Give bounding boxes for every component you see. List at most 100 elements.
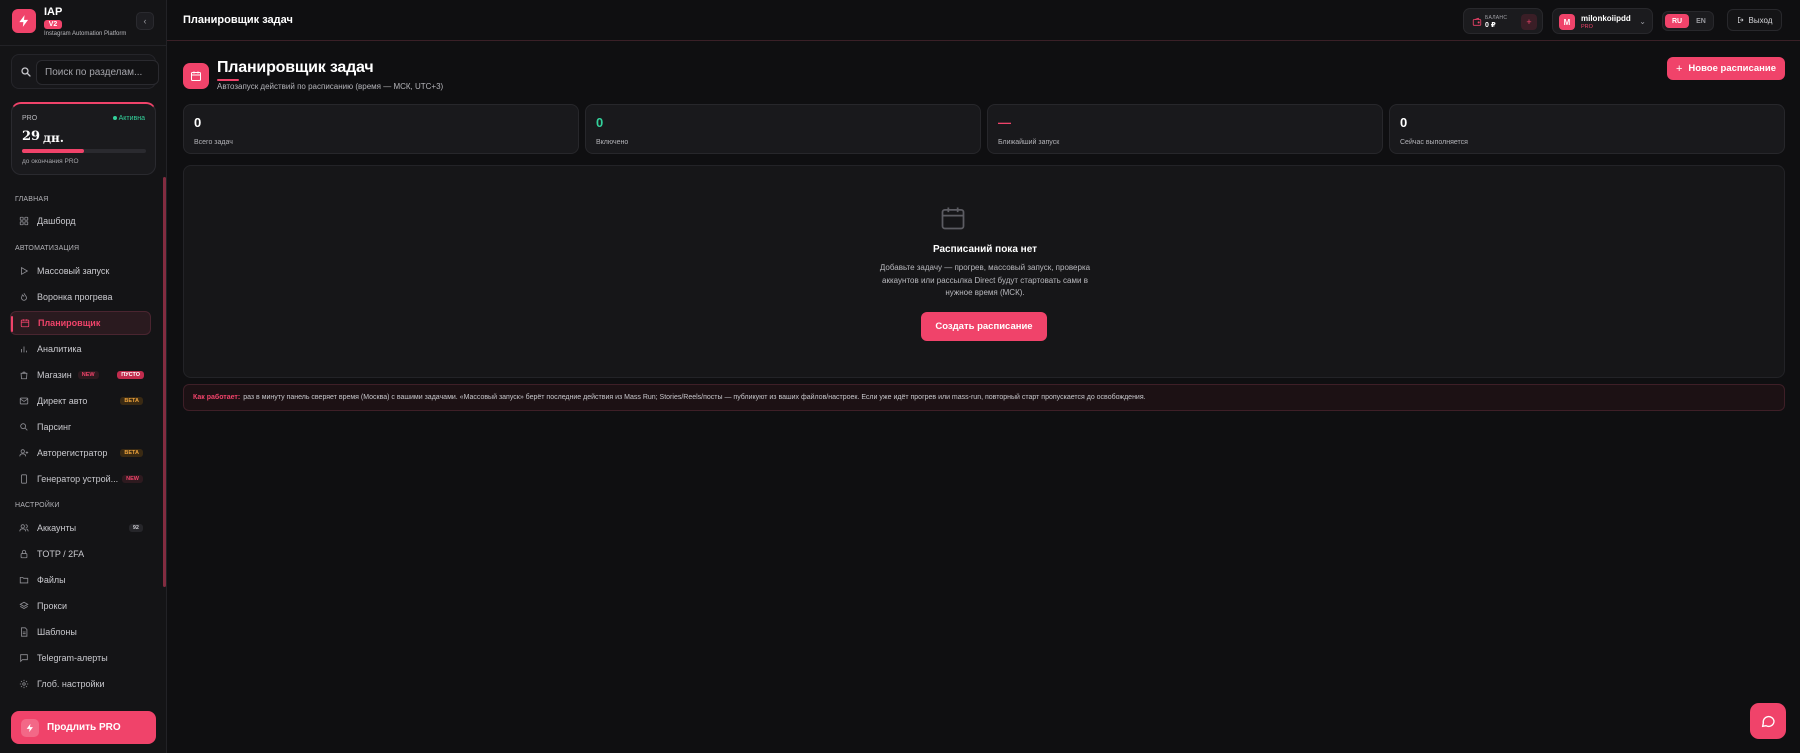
section-automation: АВТОМАТИЗАЦИЯ: [15, 245, 80, 252]
sidebar-item-analytics[interactable]: Аналитика: [10, 337, 151, 361]
lang-en-button[interactable]: EN: [1690, 14, 1712, 28]
sidebar-item-parsing[interactable]: Парсинг: [10, 415, 151, 439]
sidebar-search: [11, 54, 159, 89]
pro-days-value: 29: [22, 129, 41, 144]
grid-icon: [19, 216, 29, 226]
bar-chart-icon: [19, 344, 29, 354]
sidebar-item-label: Аккаунты: [37, 523, 77, 533]
sidebar-item-scheduler[interactable]: Планировщик: [10, 311, 151, 335]
sidebar-item-label: Парсинг: [37, 422, 72, 432]
sidebar-item-label: Шаблоны: [37, 627, 77, 637]
sidebar-item-direct[interactable]: Директ авто BETA: [10, 389, 151, 413]
brand[interactable]: IAP V2 Instagram Automation Platform: [12, 7, 126, 39]
plus-icon: +: [1675, 62, 1683, 75]
new-badge: NEW: [77, 371, 99, 379]
logout-button[interactable]: Выход: [1727, 9, 1782, 31]
sidebar-item-label: Аналитика: [37, 344, 82, 354]
pro-label: PRO: [22, 115, 38, 122]
sidebar-item-dashboard[interactable]: Дашборд: [10, 209, 151, 233]
stat-value: 0: [194, 115, 202, 130]
language-switcher: RU EN: [1662, 11, 1714, 31]
empty-title: Расписаний пока нет: [932, 244, 1038, 255]
sidebar-item-global-settings[interactable]: Глоб. настройки: [10, 672, 151, 696]
sidebar-item-proxies[interactable]: Прокси: [10, 594, 151, 618]
play-icon: [19, 266, 29, 276]
sidebar-item-accounts[interactable]: Аккаунты 92: [10, 516, 151, 540]
search-icon: [19, 422, 29, 432]
stat-value: —: [998, 115, 1011, 130]
pro-progress-bar: [22, 149, 146, 153]
count-badge: 92: [128, 524, 143, 532]
sidebar-item-label: Директ авто: [37, 396, 88, 406]
chevron-down-icon: ⌄: [1639, 17, 1646, 26]
balance-widget[interactable]: БАЛАНС 0 ₽ +: [1463, 8, 1543, 34]
stat-card-running: 0 Сейчас выполняется: [1389, 104, 1785, 154]
bolt-icon: [21, 718, 39, 737]
chat-button[interactable]: [1750, 703, 1786, 739]
new-schedule-button[interactable]: + Новое расписание: [1667, 57, 1785, 80]
stat-card-enabled: 0 Включено: [585, 104, 981, 154]
sidebar-item-shop[interactable]: Магазин NEW ПУСТО: [10, 363, 151, 387]
bag-icon: [19, 370, 29, 380]
sidebar-item-funnel[interactable]: Воронка прогрева: [10, 285, 151, 309]
users-icon: [19, 523, 29, 533]
page-subtitle: Автозапуск действий по расписанию (время…: [217, 82, 444, 91]
smartphone-icon: [19, 474, 29, 484]
beta-badge: BETA: [120, 449, 143, 457]
message-square-icon: [19, 653, 29, 663]
section-settings: НАСТРОЙКИ: [15, 502, 60, 509]
title-underline: [217, 79, 239, 81]
header-title: Планировщик задач: [183, 14, 293, 26]
file-text-icon: [19, 627, 29, 637]
lock-icon: [19, 549, 29, 559]
stat-label: Сейчас выполняется: [1400, 139, 1468, 146]
pro-caption: до окончания PRO: [22, 158, 79, 165]
sidebar-item-device-generator[interactable]: Генератор устрой... NEW: [10, 467, 151, 491]
wallet-icon: [1472, 17, 1482, 26]
stat-label: Включено: [596, 139, 629, 146]
calendar-icon: [183, 63, 209, 89]
create-schedule-button[interactable]: Создать расписание: [921, 312, 1047, 341]
sidebar-item-autoreg[interactable]: Авторегистратор BETA: [10, 441, 151, 465]
sidebar-item-totp[interactable]: TOTP / 2FA: [10, 542, 151, 566]
chevron-left-icon: ‹: [143, 16, 147, 26]
stat-label: Ближайший запуск: [998, 139, 1060, 146]
sidebar-item-label: Глоб. настройки: [37, 679, 105, 689]
sidebar-item-label: Массовый запуск: [37, 266, 110, 276]
sidebar-item-files[interactable]: Файлы: [10, 568, 151, 592]
calendar-icon: [939, 204, 967, 237]
folder-icon: [19, 575, 29, 585]
sidebar-item-telegram[interactable]: Telegram-алерты: [10, 646, 151, 670]
info-text: раз в минуту панель сверяет время (Москв…: [243, 394, 1146, 401]
stat-value: 0: [1400, 115, 1408, 130]
version-badge: V2: [44, 20, 62, 29]
calendar-icon: [20, 318, 30, 328]
balance-value: 0 ₽: [1485, 22, 1496, 29]
empty-state-panel: Расписаний пока нет Добавьте задачу — пр…: [183, 165, 1785, 378]
lang-ru-button[interactable]: RU: [1665, 14, 1689, 28]
sidebar-item-label: Генератор устрой...: [37, 474, 119, 484]
sidebar-item-templates[interactable]: Шаблоны: [10, 620, 151, 644]
beta-badge: BETA: [120, 397, 143, 405]
sidebar-item-label: Планировщик: [38, 318, 101, 328]
divider: [0, 45, 167, 46]
sidebar-scrollbar[interactable]: [163, 177, 166, 587]
renew-pro-label: Продлить PRO: [47, 722, 121, 733]
add-balance-button[interactable]: +: [1521, 14, 1537, 30]
sidebar-item-label: Telegram-алерты: [37, 653, 108, 663]
empty-badge: ПУСТО: [117, 371, 144, 379]
user-plus-icon: [19, 448, 29, 458]
flame-icon: [19, 292, 29, 302]
new-badge: NEW: [122, 475, 143, 483]
user-menu[interactable]: M milonkoiipdd PRO ⌄: [1552, 8, 1653, 34]
renew-pro-button[interactable]: Продлить PRO: [11, 711, 156, 744]
sidebar-item-label: Воронка прогрева: [37, 292, 113, 302]
sidebar-item-mass-run[interactable]: Массовый запуск: [10, 259, 151, 283]
sidebar-item-label: Файлы: [37, 575, 66, 585]
stat-card-total: 0 Всего задач: [183, 104, 579, 154]
search-input[interactable]: [36, 60, 159, 85]
stat-value: 0: [596, 115, 604, 130]
collapse-sidebar-button[interactable]: ‹: [136, 12, 154, 30]
brand-name: IAP: [44, 6, 63, 18]
sidebar-item-label: Магазин: [37, 370, 72, 380]
